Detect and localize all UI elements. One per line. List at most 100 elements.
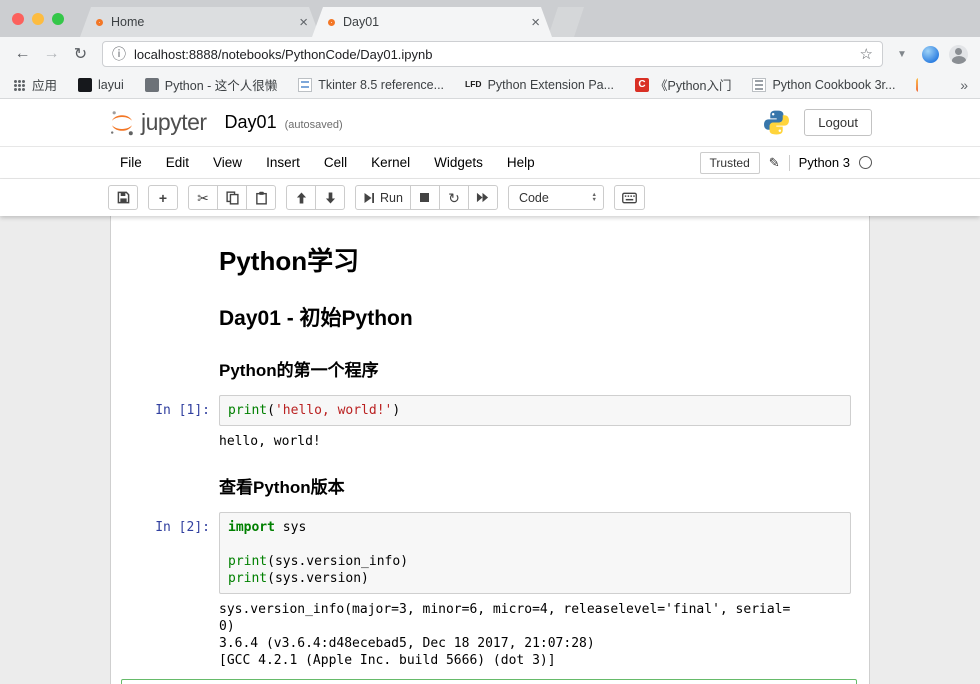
- copy-cell-button[interactable]: [217, 185, 247, 210]
- bookmarks-overflow-chevron[interactable]: »: [960, 77, 968, 93]
- menu-file[interactable]: File: [108, 155, 154, 170]
- bookmark-item[interactable]: 应用: [12, 75, 57, 94]
- bookmark-item[interactable]: LFDPython Extension Pa...: [465, 78, 614, 92]
- jupyter-logo[interactable]: jupyter: [108, 109, 207, 137]
- interrupt-kernel-button[interactable]: [410, 185, 440, 210]
- profile-avatar-icon[interactable]: [949, 45, 968, 64]
- trusted-button[interactable]: Trusted: [700, 152, 760, 174]
- code-token: sys: [275, 520, 306, 535]
- run-label: Run: [380, 191, 403, 205]
- tab-close-icon[interactable]: ×: [531, 15, 540, 30]
- notebook-title[interactable]: Day01: [225, 112, 277, 133]
- bookmark-item[interactable]: C《Python入门: [635, 75, 731, 94]
- cell-output: hello, world!: [219, 430, 851, 453]
- cell-type-value: Code: [519, 191, 549, 205]
- minimize-window-button[interactable]: [32, 13, 44, 25]
- code-input[interactable]: import sys print(sys.version_info)print(…: [219, 512, 851, 594]
- python-gray-favicon-icon: [145, 78, 159, 92]
- code-line: print(sys.version): [228, 570, 842, 587]
- cell-body: Python学习: [219, 237, 869, 284]
- cell-type-select[interactable]: Code ▲▼: [508, 185, 604, 210]
- doc-favicon-icon: [298, 78, 312, 92]
- move-cell-up-button[interactable]: [286, 185, 316, 210]
- code-token: (sys.version): [267, 571, 369, 586]
- bookmark-item[interactable]: Python教程: [916, 75, 918, 94]
- new-tab-button[interactable]: [548, 7, 584, 37]
- menu-edit[interactable]: Edit: [154, 155, 201, 170]
- jupyter-favicon-icon: [328, 19, 335, 26]
- save-button[interactable]: [108, 185, 138, 210]
- page-info-icon[interactable]: ⓘ: [112, 44, 126, 64]
- cell-prompt: [111, 294, 219, 336]
- cell-prompt: [111, 237, 219, 284]
- code-cell[interactable]: In [ ]:: [121, 679, 857, 684]
- extension-globe-icon[interactable]: [922, 46, 939, 63]
- cell-prompt: In [1]:: [111, 395, 219, 453]
- menu-widgets[interactable]: Widgets: [422, 155, 495, 170]
- bookmark-item[interactable]: Python Cookbook 3r...: [752, 78, 895, 92]
- add-cell-button[interactable]: +: [148, 185, 178, 210]
- cut-cell-button[interactable]: ✂: [188, 185, 218, 210]
- run-cell-button[interactable]: Run: [355, 185, 411, 210]
- bookmark-label: layui: [98, 78, 124, 92]
- notebook-page: Python学习Day01 - 初始PythonPython的第一个程序In […: [110, 216, 870, 684]
- bookmark-label: Python Cookbook 3r...: [772, 78, 895, 92]
- menu-help[interactable]: Help: [495, 155, 547, 170]
- menu-kernel[interactable]: Kernel: [359, 155, 422, 170]
- close-window-button[interactable]: [12, 13, 24, 25]
- cell-prompt: In [2]:: [111, 512, 219, 672]
- paste-cell-button[interactable]: [246, 185, 276, 210]
- restart-kernel-button[interactable]: ↻: [439, 185, 469, 210]
- code-token: (: [267, 403, 275, 418]
- tab-close-icon[interactable]: ×: [299, 15, 308, 30]
- menu-view[interactable]: View: [201, 155, 254, 170]
- code-input[interactable]: print('hello, world!'): [219, 395, 851, 426]
- code-cell[interactable]: In [2]:import sys print(sys.version_info…: [111, 507, 869, 677]
- cell-body: print('hello, world!') hello, world!: [219, 395, 869, 453]
- command-palette-button[interactable]: [614, 185, 645, 210]
- move-cell-down-button[interactable]: [315, 185, 345, 210]
- notebook-area: Python学习Day01 - 初始PythonPython的第一个程序In […: [0, 216, 980, 684]
- markdown-cell[interactable]: Python的第一个程序: [111, 341, 869, 390]
- back-button[interactable]: ←: [10, 45, 35, 63]
- markdown-cell[interactable]: Day01 - 初始Python: [111, 289, 869, 341]
- bookmark-item[interactable]: layui: [78, 78, 124, 92]
- code-line: import sys: [228, 519, 842, 536]
- tab-title: Home: [111, 15, 293, 29]
- python-logo-icon: [763, 109, 790, 136]
- menu-insert[interactable]: Insert: [254, 155, 312, 170]
- divider: [789, 155, 790, 171]
- browser-window: Home × Day01 × ← → ↻ ⓘ localhost:8888/no…: [0, 0, 980, 684]
- markdown-cell[interactable]: 查看Python版本: [111, 458, 869, 507]
- bookmark-item[interactable]: Python - 这个人很懒: [145, 75, 278, 94]
- restart-icon: ↻: [448, 191, 460, 205]
- bookmark-item[interactable]: Tkinter 8.5 reference...: [298, 78, 444, 92]
- reload-button[interactable]: ↻: [68, 44, 93, 64]
- zoom-window-button[interactable]: [52, 13, 64, 25]
- tab-day01[interactable]: Day01 ×: [312, 7, 552, 37]
- plus-icon: +: [159, 191, 167, 205]
- download-caret-icon[interactable]: ▼: [892, 49, 912, 60]
- logout-button[interactable]: Logout: [804, 109, 872, 136]
- code-cell[interactable]: In [1]:print('hello, world!') hello, worl…: [111, 390, 869, 458]
- restart-run-all-button[interactable]: [468, 185, 498, 210]
- feather-favicon-icon: [916, 78, 918, 92]
- save-icon: [117, 191, 130, 204]
- url-text[interactable]: localhost:8888/notebooks/PythonCode/Day0…: [134, 47, 860, 62]
- markdown-heading: Day01 - 初始Python: [219, 302, 851, 332]
- code-token: print: [228, 403, 267, 418]
- markdown-cell[interactable]: Python学习: [111, 232, 869, 289]
- cell-body: 查看Python版本: [219, 463, 869, 502]
- tab-title: Day01: [343, 15, 525, 29]
- code-token: ): [392, 403, 400, 418]
- tab-home[interactable]: Home ×: [80, 7, 320, 37]
- menu-cell[interactable]: Cell: [312, 155, 359, 170]
- forward-button[interactable]: →: [39, 45, 64, 63]
- cell-body: Day01 - 初始Python: [219, 294, 869, 336]
- address-bar[interactable]: ⓘ localhost:8888/notebooks/PythonCode/Da…: [102, 41, 883, 67]
- select-arrows-icon: ▲▼: [591, 193, 596, 202]
- code-token: print: [228, 554, 267, 569]
- bookmark-star-icon[interactable]: ☆: [860, 45, 873, 63]
- tab-strip: Home × Day01 ×: [0, 0, 980, 37]
- kernel-indicator: Python 3: [799, 155, 850, 170]
